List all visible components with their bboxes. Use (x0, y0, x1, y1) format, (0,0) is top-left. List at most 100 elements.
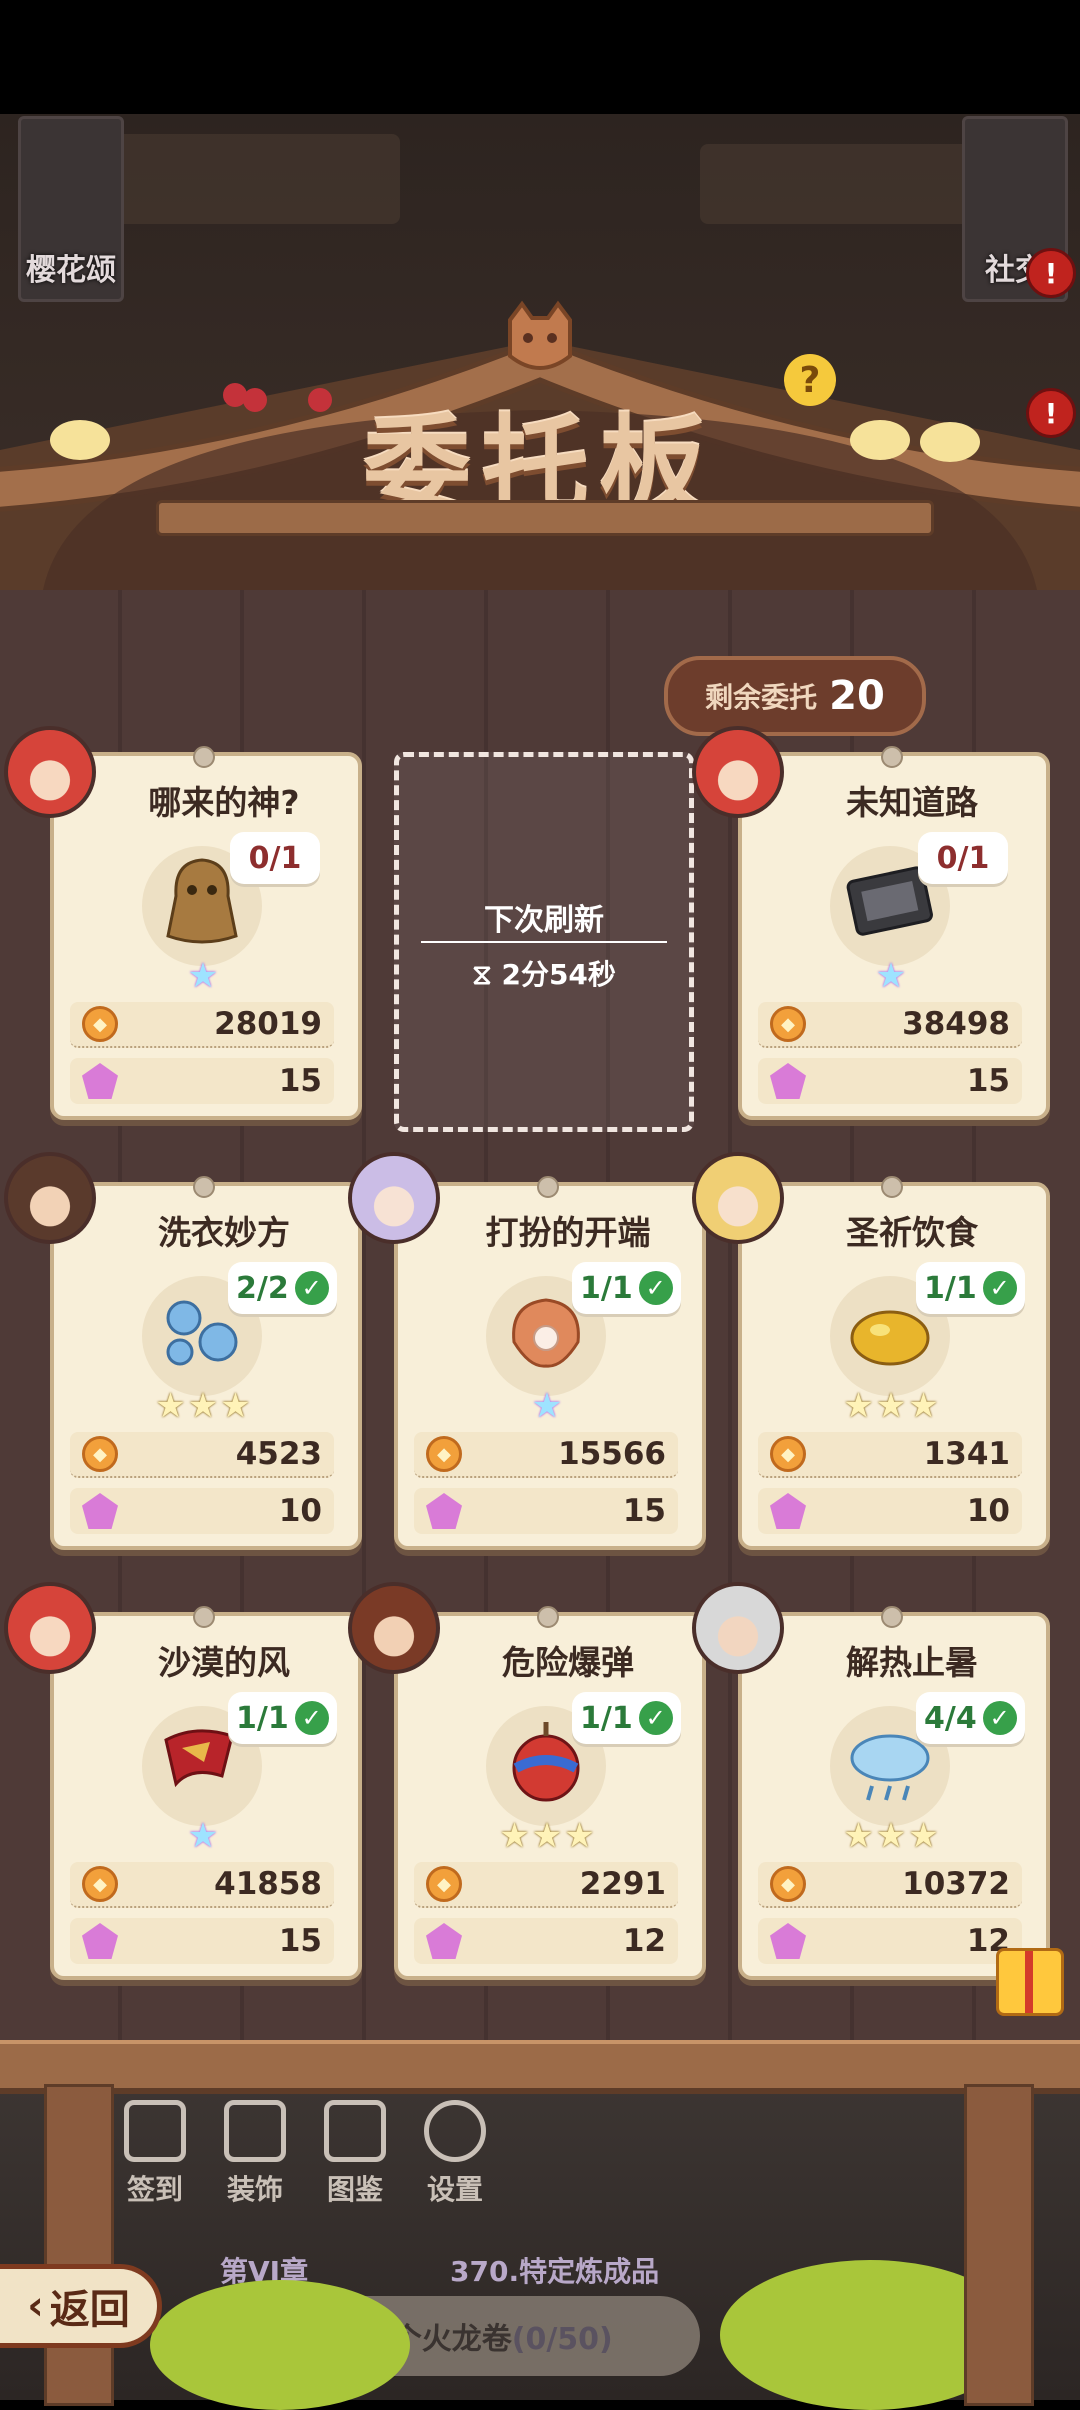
shelf-beam (0, 2040, 1080, 2094)
quest-title: 370.特定炼成品 (450, 2255, 660, 2288)
gem-icon (426, 1923, 462, 1959)
star-icon: ★ (875, 956, 907, 996)
signin-label: 签到 (126, 2173, 183, 2206)
rarity-stars: ★ ★ ★ (836, 1818, 946, 1854)
coin-icon: ◆ (82, 1436, 118, 1472)
rarity-stars: ★ ★ ★ (148, 1388, 258, 1424)
gear-icon (424, 2100, 486, 2162)
progress-text: 2/2 (236, 1270, 289, 1306)
check-icon: ✓ (638, 1271, 673, 1305)
atlas-label: 图鉴 (326, 2173, 383, 2206)
star-icon: ★ (531, 1386, 563, 1426)
progress-text: 1/1 (580, 1270, 633, 1306)
commission-card[interactable]: 危险爆弹 1/1 ✓ ★ ★ ★ ◆ 2291 12 (394, 1606, 706, 1988)
book-icon (324, 2100, 386, 2162)
pin-icon (881, 1176, 903, 1198)
star-icon: ★ (908, 1386, 939, 1426)
signin-button[interactable]: 签到 (110, 2100, 200, 2208)
chevron-left-icon: ‹ (27, 2283, 44, 2329)
atlas-button[interactable]: 图鉴 (310, 2100, 400, 2208)
progress-bubble: 0/1 (230, 832, 320, 884)
progress-bubble: 1/1 ✓ (572, 1692, 681, 1744)
decor-button[interactable]: 装饰 (210, 2100, 300, 2208)
settings-button[interactable]: 设置 (410, 2100, 500, 2208)
settings-label: 设置 (426, 2173, 483, 2206)
decor-label: 装饰 (226, 2173, 283, 2206)
refresh-time: 2分54秒 (501, 958, 616, 991)
star-icon: ★ (220, 1386, 251, 1426)
remaining-commissions: 剩余委托 20 (664, 656, 926, 736)
commission-card[interactable]: 未知道路 0/1 ★ ◆ 38498 15 (738, 746, 1050, 1128)
coin-reward: ◆ 38498 (758, 1002, 1022, 1048)
commission-card[interactable]: 圣祈饮食 1/1 ✓ ★ ★ ★ ◆ 1341 10 (738, 1176, 1050, 1558)
gem-icon (426, 1493, 462, 1529)
gem-reward: 15 (414, 1488, 678, 1534)
rarity-stars: ★ (148, 958, 258, 994)
next-refresh-slot: 下次刷新 ⧖ 2分54秒 (394, 752, 694, 1132)
gem-reward: 15 (758, 1058, 1022, 1104)
question-mark-icon: ? (784, 354, 836, 406)
character-avatar-redhead (4, 726, 96, 818)
commission-card[interactable]: 解热止暑 4/4 ✓ ★ ★ ★ ◆ 10372 12 (738, 1606, 1050, 1988)
gem-reward: 15 (70, 1058, 334, 1104)
character-avatar-redhead (692, 726, 784, 818)
star-icon: ★ (843, 1386, 874, 1426)
wood-post (964, 2084, 1034, 2406)
coin-icon: ◆ (82, 1006, 118, 1042)
commission-card[interactable]: 哪来的神? 0/1 ★ ◆ 28019 15 (50, 746, 362, 1128)
coin-value: 38498 (902, 1006, 1010, 1042)
divider (421, 941, 667, 943)
check-icon: ✓ (294, 1701, 329, 1735)
gem-value: 12 (622, 1923, 666, 1959)
star-icon: ★ (531, 1816, 563, 1856)
gift-box-icon[interactable] (996, 1948, 1064, 2016)
star-icon: ★ (187, 956, 219, 996)
gem-reward: 12 (414, 1918, 678, 1964)
rarity-stars: ★ (836, 958, 946, 994)
commission-card[interactable]: 打扮的开端 1/1 ✓ ★ ◆ 15566 15 (394, 1176, 706, 1558)
cat-emblem-icon (508, 300, 572, 370)
calendar-icon (124, 2100, 186, 2162)
side-banner-sakura[interactable]: 樱花颂 (18, 116, 124, 302)
gem-icon (770, 1923, 806, 1959)
rarity-stars: ★ (148, 1818, 258, 1854)
star-icon: ★ (875, 1816, 907, 1856)
coin-icon: ◆ (770, 1436, 806, 1472)
rarity-stars: ★ ★ ★ (836, 1388, 946, 1424)
gem-icon (82, 1493, 118, 1529)
star-icon: ★ (908, 1816, 939, 1856)
back-button[interactable]: ‹ 返回 (0, 2264, 162, 2348)
star-icon: ★ (187, 1386, 219, 1426)
gem-value: 15 (278, 1063, 322, 1099)
character-avatar-redhead (4, 1582, 96, 1674)
foliage-decor (150, 2280, 410, 2410)
star-icon: ★ (499, 1816, 530, 1856)
gem-value: 10 (278, 1493, 322, 1529)
pin-icon (537, 1176, 559, 1198)
character-avatar-blonde (692, 1152, 784, 1244)
quest-progress: (0/50) (511, 2322, 613, 2357)
progress-bubble: 2/2 ✓ (228, 1262, 337, 1314)
gem-icon (82, 1063, 118, 1099)
wood-post (44, 2084, 114, 2406)
coin-icon: ◆ (770, 1006, 806, 1042)
coin-icon: ◆ (426, 1866, 462, 1902)
check-icon: ✓ (982, 1701, 1017, 1735)
check-icon: ✓ (638, 1701, 673, 1735)
back-label: 返回 (49, 2287, 130, 2333)
gem-reward: 12 (758, 1918, 1022, 1964)
commission-card[interactable]: 沙漠的风 1/1 ✓ ★ ◆ 41858 15 (50, 1606, 362, 1988)
coin-icon: ◆ (770, 1866, 806, 1902)
coin-value: 4523 (235, 1436, 322, 1472)
commission-card[interactable]: 洗衣妙方 2/2 ✓ ★ ★ ★ ◆ 4523 10 (50, 1176, 362, 1558)
card-title: 哪来的神? (148, 783, 300, 822)
gem-reward: 10 (70, 1488, 334, 1534)
star-icon: ★ (843, 1816, 874, 1856)
progress-bubble: 0/1 (918, 832, 1008, 884)
progress-bubble: 4/4 ✓ (916, 1692, 1025, 1744)
check-icon: ✓ (982, 1271, 1017, 1305)
remaining-label: 剩余委托 (705, 681, 818, 714)
progress-bubble: 1/1 ✓ (916, 1262, 1025, 1314)
star-icon: ★ (875, 1386, 907, 1426)
star-icon: ★ (564, 1816, 595, 1856)
